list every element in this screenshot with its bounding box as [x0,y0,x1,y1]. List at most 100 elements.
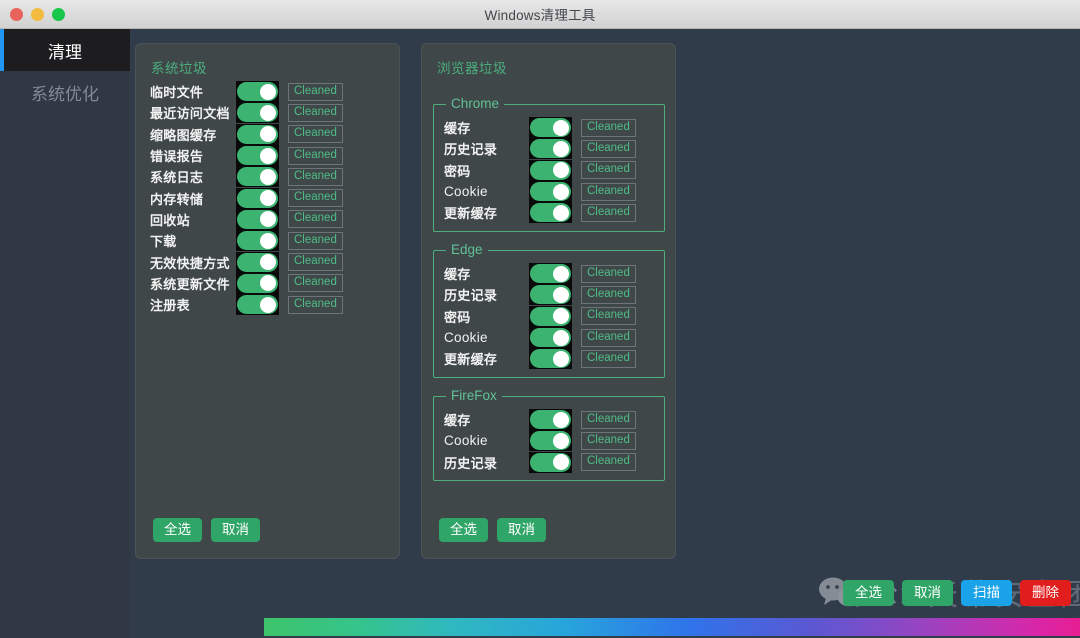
action-button-green[interactable]: 全选 [843,580,894,606]
toggle-knob [553,265,569,282]
toggle-knob [553,162,569,179]
toggle-switch[interactable] [236,294,279,316]
status-badge: Cleaned [288,125,343,144]
group-legend: Edge [446,242,488,258]
toggle-track [237,82,278,102]
system-panel-actions: 全选 取消 [153,518,260,542]
toggle-knob [260,104,276,121]
browser-panel-actions: 全选 取消 [439,518,546,542]
list-item: 系统日志 Cleaned [150,166,343,188]
browser-item-list: 缓存 Cleaned Cookie Cleaned 历史记录 Cleaned [444,409,636,473]
toggle-track [237,231,278,251]
toggle-switch[interactable] [529,284,572,306]
status-badge: Cleaned [581,410,636,429]
system-item-label: 下载 [150,234,177,250]
sidebar-item-optimize[interactable]: 系统优化 [0,71,130,113]
toggle-knob [260,190,276,207]
list-item: 密码 Cleaned [444,159,636,181]
browser-junk-title: 浏览器垃圾 [437,61,507,76]
system-select-all-button[interactable]: 全选 [153,518,202,542]
toggle-switch[interactable] [529,348,572,370]
list-item: Cookie Cleaned [444,327,636,349]
toggle-switch[interactable] [236,102,279,124]
list-item: 内存转储 Cleaned [150,187,343,209]
toggle-switch[interactable] [529,181,572,203]
toggle-knob [553,140,569,157]
action-button-green[interactable]: 取消 [902,580,953,606]
list-item: 密码 Cleaned [444,305,636,327]
status-badge: Cleaned [581,453,636,472]
toggle-switch[interactable] [529,409,572,431]
list-item: 无效快捷方式 Cleaned [150,251,343,273]
browser-select-all-button[interactable]: 全选 [439,518,488,542]
system-item-label: 缩略图缓存 [150,127,217,143]
list-item: 历史记录 Cleaned [444,284,636,306]
toggle-switch[interactable] [529,117,572,139]
browser-item-list: 缓存 Cleaned 历史记录 Cleaned 密码 Cleaned Cookie Clean… [444,263,636,370]
toggle-track [530,452,571,472]
browser-item-label: 历史记录 [444,288,498,304]
toggle-switch[interactable] [529,138,572,160]
status-badge: Cleaned [288,146,343,165]
toggle-switch[interactable] [529,327,572,349]
toggle-switch[interactable] [529,305,572,327]
toggle-switch[interactable] [236,145,279,167]
toggle-switch[interactable] [529,263,572,285]
list-item: 错误报告 Cleaned [150,145,343,167]
status-badge: Cleaned [288,231,343,250]
toggle-switch[interactable] [236,166,279,188]
browser-item-label: 缓存 [444,121,471,137]
group-legend: Chrome [446,96,505,112]
browser-item-label: 更新缓存 [444,206,498,222]
status-badge: Cleaned [288,189,343,208]
browser-cancel-button[interactable]: 取消 [497,518,546,542]
toggle-track [237,295,278,315]
toggle-track [237,103,278,123]
sidebar-item-label: 清理 [48,42,82,62]
toggle-switch[interactable] [236,81,279,103]
toggle-track [237,252,278,272]
list-item: 历史记录 Cleaned [444,138,636,160]
toggle-switch[interactable] [236,187,279,209]
browser-item-list: 缓存 Cleaned 历史记录 Cleaned 密码 Cleaned Cookie Clean… [444,117,636,224]
action-button-red[interactable]: 删除 [1020,580,1071,606]
toggle-knob [553,286,569,303]
list-item: 缓存 Cleaned [444,409,636,431]
group-legend: FireFox [446,388,502,404]
toggle-switch[interactable] [236,251,279,273]
toggle-knob [553,350,569,367]
toggle-switch[interactable] [236,230,279,252]
list-item: 缩略图缓存 Cleaned [150,123,343,145]
toggle-knob [553,411,569,428]
system-item-label: 系统更新文件 [150,276,230,292]
list-item: 更新缓存 Cleaned [444,202,636,224]
toggle-switch[interactable] [529,202,572,224]
status-badge: Cleaned [581,118,636,137]
toggle-switch[interactable] [236,272,279,294]
action-button-blue[interactable]: 扫描 [961,580,1012,606]
toggle-switch[interactable] [529,159,572,181]
system-junk-title: 系统垃圾 [151,61,207,76]
toggle-knob [260,83,276,100]
toggle-track [237,188,278,208]
toggle-knob [260,296,276,313]
browser-item-label: Cookie [444,330,488,346]
toggle-track [530,285,571,305]
toggle-knob [260,232,276,249]
toggle-switch[interactable] [529,451,572,473]
system-cancel-button[interactable]: 取消 [211,518,260,542]
sidebar-item-clean[interactable]: 清理 [0,29,130,71]
status-badge: Cleaned [288,295,343,314]
list-item: 更新缓存 Cleaned [444,348,636,370]
toggle-track [237,146,278,166]
status-badge: Cleaned [581,307,636,326]
toggle-switch[interactable] [529,430,572,452]
system-item-label: 内存转储 [150,191,204,207]
toggle-knob [553,119,569,136]
toggle-knob [553,183,569,200]
toggle-switch[interactable] [236,208,279,230]
list-item: 注册表 Cleaned [150,294,343,316]
browser-item-label: 缓存 [444,267,471,283]
toggle-switch[interactable] [236,123,279,145]
system-item-label: 临时文件 [150,85,204,101]
